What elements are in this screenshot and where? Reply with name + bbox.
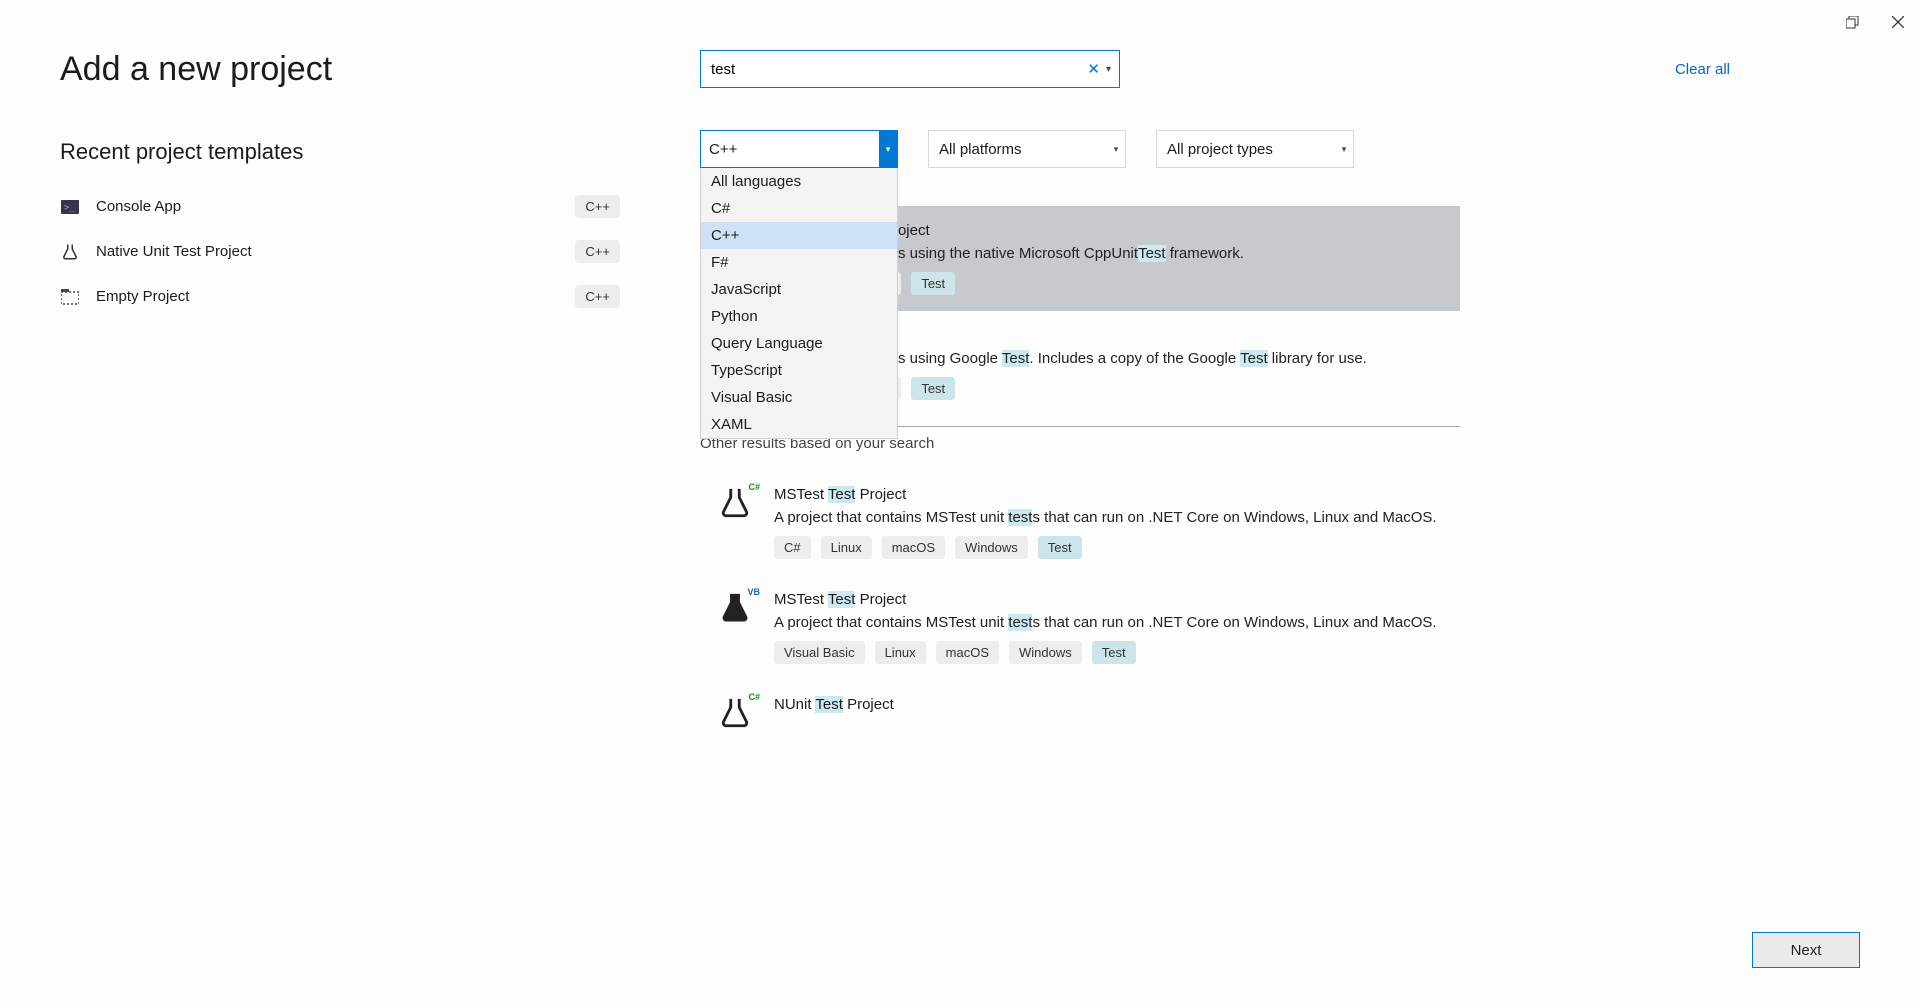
- svg-text:>_: >_: [64, 203, 75, 213]
- page-title: Add a new project: [60, 50, 620, 89]
- language-badge: C#: [748, 482, 760, 492]
- language-filter-combo[interactable]: C++ ▾ All languages C# C++ F# JavaScript…: [700, 130, 898, 168]
- recent-item-lang: C++: [575, 195, 620, 218]
- language-option[interactable]: TypeScript: [701, 357, 897, 384]
- search-templates-box[interactable]: ✕ ▾: [700, 50, 1120, 88]
- language-option[interactable]: All languages: [701, 168, 897, 195]
- template-result[interactable]: C# NUnit Test Project: [700, 680, 1460, 732]
- result-tag: Test: [1038, 536, 1082, 559]
- language-option[interactable]: Python: [701, 303, 897, 330]
- recent-item[interactable]: >_ Console App C++: [60, 195, 620, 218]
- template-result[interactable]: C# MSTest Test Project A project that co…: [700, 470, 1460, 575]
- result-title: MSTest Test Project: [774, 486, 1450, 503]
- close-icon: [1892, 16, 1904, 28]
- result-title: NUnit Test Project: [774, 696, 1450, 713]
- recent-templates-list: >_ Console App C++ Native Unit Test Proj…: [60, 195, 620, 308]
- next-button[interactable]: Next: [1752, 932, 1860, 968]
- result-title: MSTest Test Project: [774, 591, 1450, 608]
- language-badge: C#: [748, 692, 760, 702]
- recent-item-name: Empty Project: [96, 288, 189, 305]
- flask-vb-icon: VB: [718, 591, 754, 627]
- chevron-down-icon: ▾: [1335, 131, 1353, 167]
- language-option[interactable]: Visual Basic: [701, 384, 897, 411]
- language-badge: VB: [747, 587, 760, 597]
- language-option[interactable]: XAML: [701, 411, 897, 438]
- language-dropdown: All languages C# C++ F# JavaScript Pytho…: [700, 168, 898, 439]
- restore-icon: [1846, 16, 1859, 29]
- language-option[interactable]: Query Language: [701, 330, 897, 357]
- close-button[interactable]: [1884, 8, 1912, 36]
- result-tag: Test: [911, 272, 955, 295]
- result-tag: Visual Basic: [774, 641, 865, 664]
- result-tag: macOS: [882, 536, 945, 559]
- maximize-restore-button[interactable]: [1838, 8, 1866, 36]
- recent-item-lang: C++: [575, 240, 620, 263]
- empty-project-icon: [60, 287, 80, 307]
- result-description: A project that contains MSTest unit test…: [774, 614, 1450, 631]
- project-type-filter-combo[interactable]: All project types ▾: [1156, 130, 1354, 168]
- search-input[interactable]: [711, 61, 1081, 78]
- platform-selected: All platforms: [929, 141, 1107, 158]
- language-option[interactable]: C#: [701, 195, 897, 222]
- language-selected: C++: [709, 141, 879, 158]
- platform-filter-combo[interactable]: All platforms ▾: [928, 130, 1126, 168]
- recent-item-lang: C++: [575, 285, 620, 308]
- result-tag: Test: [911, 377, 955, 400]
- result-tag: Test: [1092, 641, 1136, 664]
- clear-all-link[interactable]: Clear all: [1675, 61, 1730, 78]
- result-description: A project that contains MSTest unit test…: [774, 509, 1450, 526]
- chevron-down-icon: ▾: [1107, 131, 1125, 167]
- recent-item[interactable]: Native Unit Test Project C++: [60, 240, 620, 263]
- result-tag: macOS: [936, 641, 999, 664]
- search-clear-button[interactable]: ✕: [1081, 60, 1106, 78]
- result-tag: Linux: [821, 536, 872, 559]
- language-option[interactable]: C++: [701, 222, 897, 249]
- language-option[interactable]: F#: [701, 249, 897, 276]
- search-history-dropdown[interactable]: ▾: [1106, 64, 1111, 75]
- result-tag: Linux: [875, 641, 926, 664]
- template-result[interactable]: VB MSTest Test Project A project that co…: [700, 575, 1460, 680]
- recent-item-name: Native Unit Test Project: [96, 243, 252, 260]
- recent-item-name: Console App: [96, 198, 181, 215]
- project-type-selected: All project types: [1157, 141, 1335, 158]
- result-tag: Windows: [1009, 641, 1082, 664]
- flask-csharp-icon: C#: [718, 696, 754, 732]
- result-tag: C#: [774, 536, 811, 559]
- recent-templates-heading: Recent project templates: [60, 139, 620, 165]
- flask-icon: [60, 242, 80, 262]
- console-app-icon: >_: [60, 197, 80, 217]
- language-option[interactable]: JavaScript: [701, 276, 897, 303]
- chevron-down-icon: ▾: [879, 131, 897, 167]
- recent-item[interactable]: Empty Project C++: [60, 285, 620, 308]
- flask-csharp-icon: C#: [718, 486, 754, 522]
- result-tag: Windows: [955, 536, 1028, 559]
